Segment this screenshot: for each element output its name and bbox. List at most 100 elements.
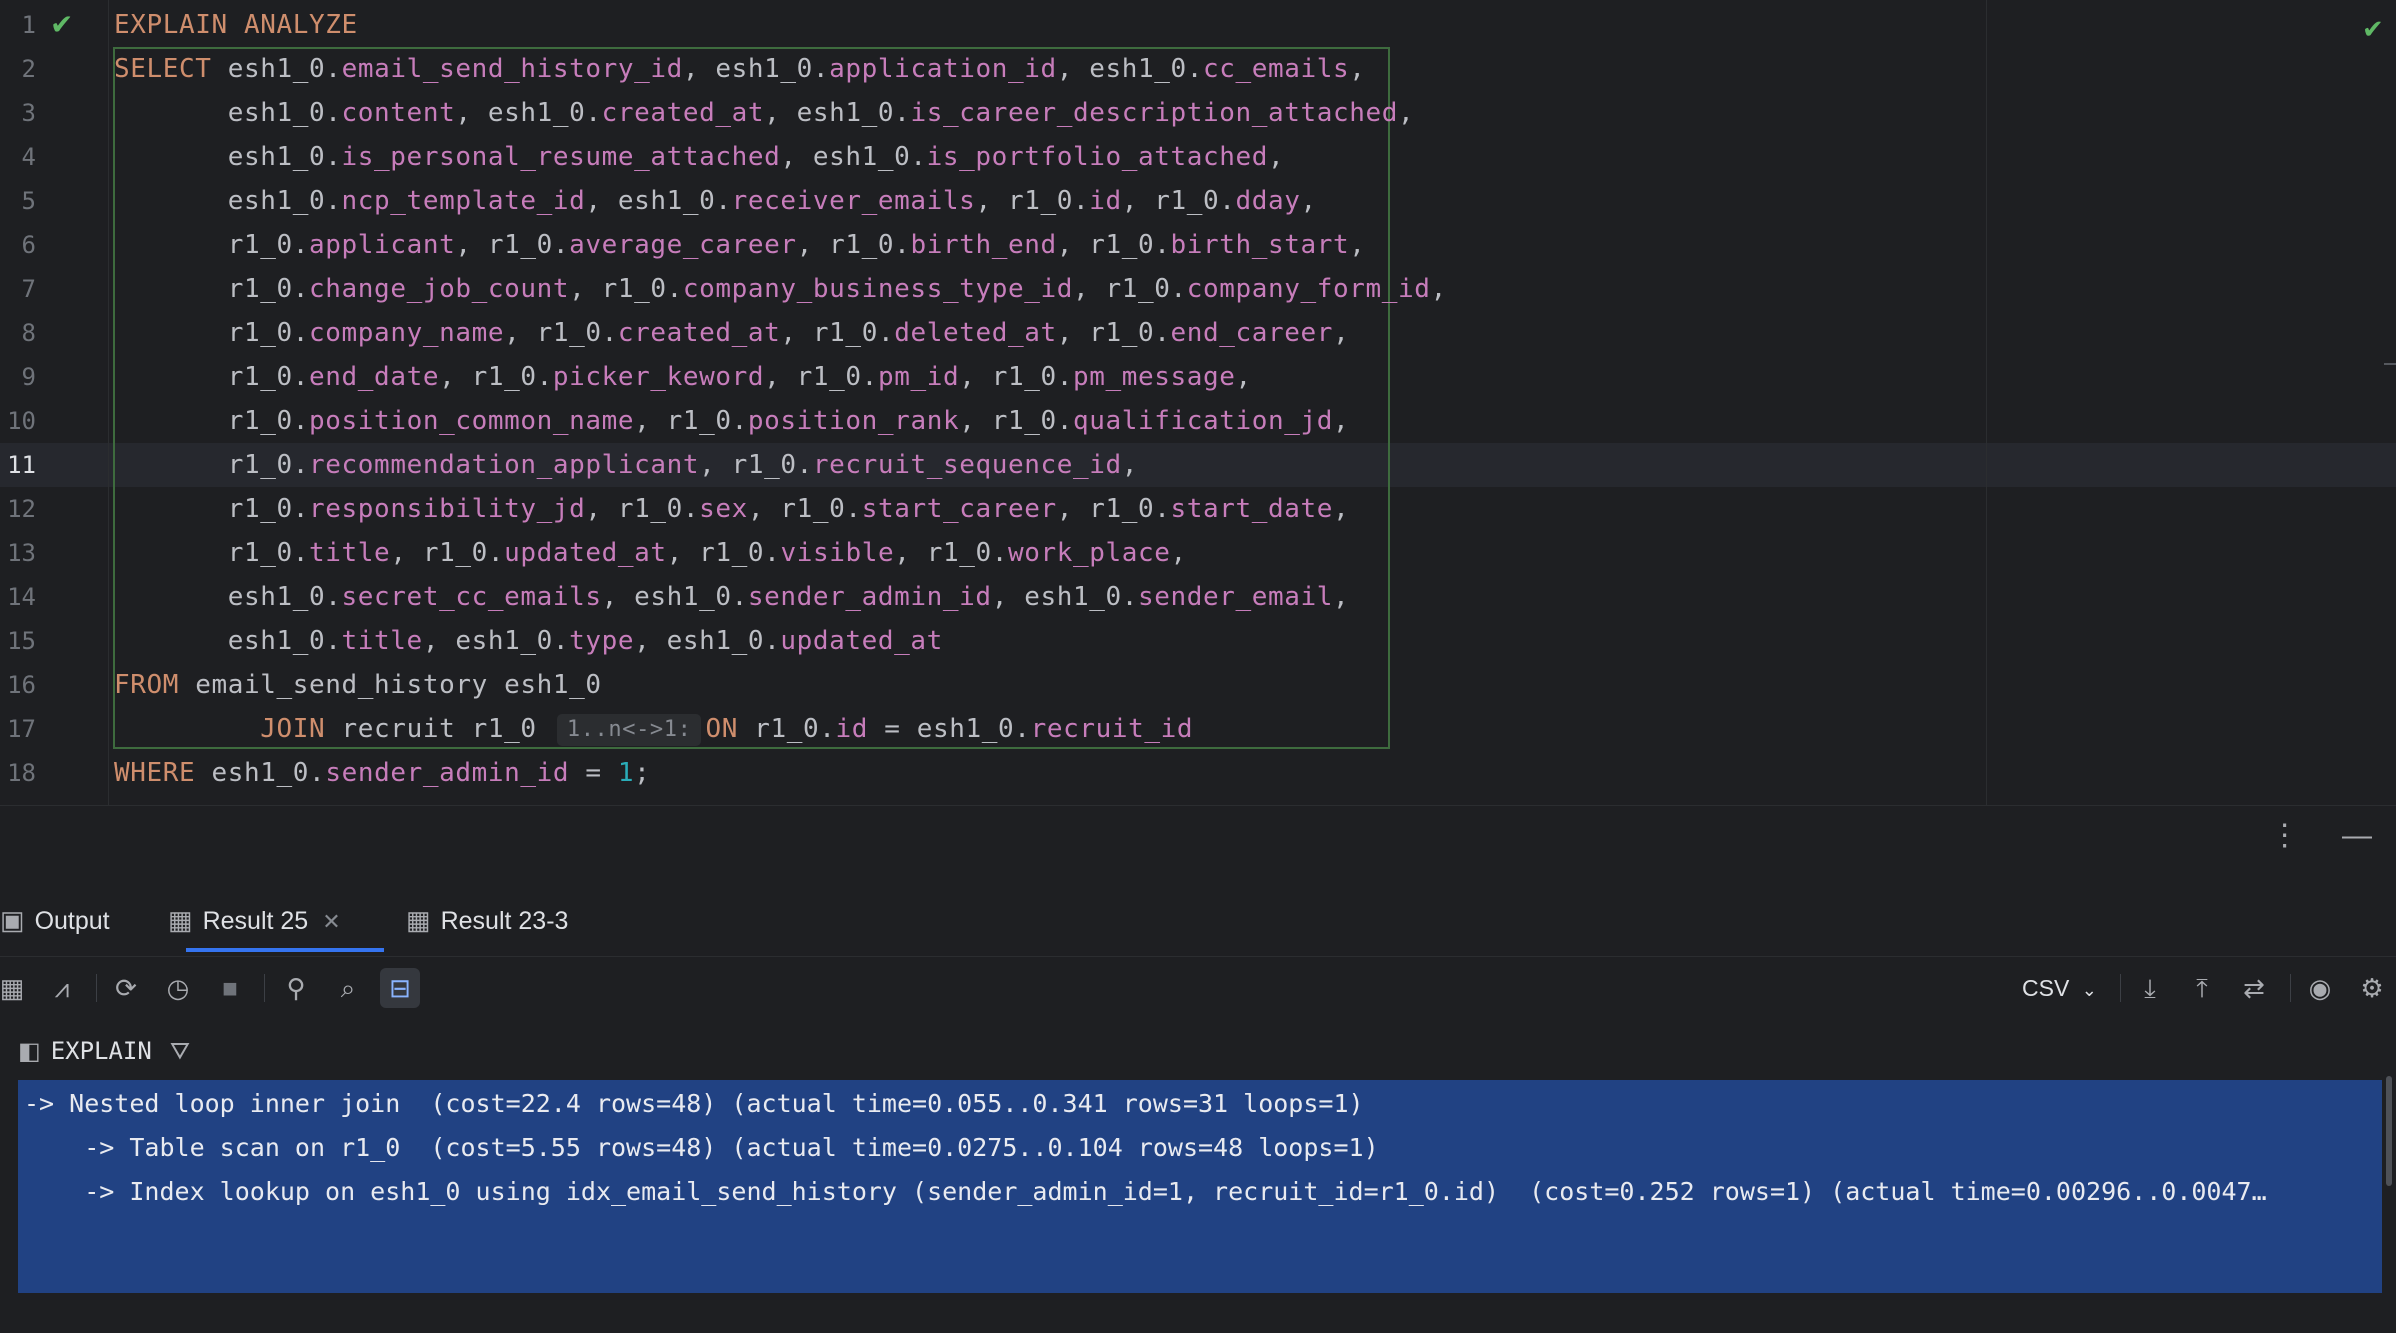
code-text[interactable]: r1_0.recommendation_applicant, r1_0.recr…	[114, 443, 1138, 487]
code-text[interactable]: esh1_0.title, esh1_0.type, esh1_0.update…	[114, 619, 943, 663]
code-line[interactable]: 18 WHERE esh1_0.sender_admin_id = 1;	[0, 751, 2396, 795]
column-name: applicant	[309, 230, 456, 260]
code-line[interactable]: 7 r1_0.change_job_count, r1_0.company_bu…	[0, 267, 2396, 311]
line-number[interactable]: 11	[0, 443, 36, 487]
code-text[interactable]: FROM email_send_history esh1_0	[114, 663, 602, 707]
code-text[interactable]: SELECT esh1_0.email_send_history_id, esh…	[114, 47, 1366, 91]
code-text[interactable]: r1_0.end_date, r1_0.picker_keword, r1_0.…	[114, 355, 1252, 399]
code-line[interactable]: 10 r1_0.position_common_name, r1_0.posit…	[0, 399, 2396, 443]
code-text[interactable]: r1_0.responsibility_jd, r1_0.sex, r1_0.s…	[114, 487, 1349, 531]
code-line[interactable]: 11 r1_0.recommendation_applicant, r1_0.r…	[0, 443, 2396, 487]
line-number[interactable]: 12	[0, 487, 36, 531]
stop-icon[interactable]: ■	[210, 968, 250, 1008]
code-token: esh1_0.	[114, 142, 342, 172]
search-icon[interactable]: ⌕	[328, 968, 368, 1008]
code-text[interactable]: WHERE esh1_0.sender_admin_id = 1;	[114, 751, 650, 795]
code-line[interactable]: 4 esh1_0.is_personal_resume_attached, es…	[0, 135, 2396, 179]
close-tab-icon[interactable]: ✕	[322, 909, 340, 934]
history-icon[interactable]: ◷	[158, 968, 198, 1008]
column-name: qualification_jd	[1072, 406, 1334, 436]
column-name: is_personal_resume_attached	[341, 142, 781, 172]
code-token: , r1_0.	[959, 406, 1073, 436]
line-number[interactable]: 6	[0, 223, 36, 267]
code-text[interactable]: JOIN recruit r1_0 1..n<->1: ON r1_0.id = …	[114, 707, 1193, 751]
code-token: ;	[634, 758, 651, 788]
line-number[interactable]: 9	[0, 355, 36, 399]
chart-view-icon[interactable]: ⩘	[42, 968, 82, 1008]
code-token: r1_0.	[114, 274, 310, 304]
line-number[interactable]: 18	[0, 751, 36, 795]
compare-icon[interactable]: ⇄	[2234, 968, 2274, 1008]
line-number[interactable]: 7	[0, 267, 36, 311]
line-number[interactable]: 3	[0, 91, 36, 135]
panel-toggle-icon[interactable]: ◧	[18, 1038, 41, 1065]
sql-keyword: JOIN	[260, 714, 326, 744]
line-number[interactable]: 2	[0, 47, 36, 91]
code-line[interactable]: 17 JOIN recruit r1_0 1..n<->1: ON r1_0.id…	[0, 707, 2396, 751]
result-scrollbar[interactable]	[2386, 1076, 2392, 1186]
code-line[interactable]: 6 r1_0.applicant, r1_0.average_career, r…	[0, 223, 2396, 267]
code-token: , r1_0.	[699, 450, 813, 480]
code-line[interactable]: 9 r1_0.end_date, r1_0.picker_keword, r1_…	[0, 355, 2396, 399]
line-number[interactable]: 17	[0, 707, 36, 751]
code-text[interactable]: r1_0.change_job_count, r1_0.company_busi…	[114, 267, 1447, 311]
code-text[interactable]: r1_0.position_common_name, r1_0.position…	[114, 399, 1349, 443]
code-token: , r1_0.	[796, 230, 911, 260]
code-line[interactable]: 8 r1_0.company_name, r1_0.created_at, r1…	[0, 311, 2396, 355]
explain-result-text[interactable]: -> Nested loop inner join (cost=22.4 row…	[18, 1080, 2382, 1293]
code-token: ,	[1349, 230, 1366, 260]
view-eye-icon[interactable]: ◉	[2300, 968, 2340, 1008]
code-line[interactable]: 14 esh1_0.secret_cc_emails, esh1_0.sende…	[0, 575, 2396, 619]
column-name: responsibility_jd	[309, 494, 586, 524]
code-text[interactable]: esh1_0.secret_cc_emails, esh1_0.sender_a…	[114, 575, 1349, 619]
code-token: , r1_0.	[747, 494, 862, 524]
code-text[interactable]: esh1_0.is_personal_resume_attached, esh1…	[114, 135, 1284, 179]
inspection-ok-check-icon[interactable]: ✔	[2362, 7, 2384, 51]
code-text[interactable]: r1_0.title, r1_0.updated_at, r1_0.visibl…	[114, 531, 1187, 575]
line-number[interactable]: 13	[0, 531, 36, 575]
line-number[interactable]: 4	[0, 135, 36, 179]
export-format-dropdown[interactable]: CSV ⌄	[2022, 968, 2097, 1008]
tab-result-25[interactable]: ▦ Result 25 ✕	[168, 886, 341, 954]
line-number[interactable]: 8	[0, 311, 36, 355]
code-text[interactable]: EXPLAIN ANALYZE	[114, 3, 358, 47]
column-name: work_place	[1008, 538, 1171, 568]
line-number[interactable]: 1	[0, 3, 36, 47]
sql-editor[interactable]: 1 EXPLAIN ANALYZE 2 SELECT esh1_0.email_sen…	[0, 0, 2396, 805]
settings-gear-icon[interactable]: ⚙	[2352, 968, 2392, 1008]
code-token: , r1_0.	[439, 362, 553, 392]
code-text[interactable]: esh1_0.content, esh1_0.created_at, esh1_…	[114, 91, 1414, 135]
table-view-icon[interactable]: ▦	[0, 968, 32, 1008]
refresh-icon[interactable]: ⟳	[106, 968, 146, 1008]
code-line[interactable]: 2 SELECT esh1_0.email_send_history_id, es…	[0, 47, 2396, 91]
tab-result-23-3[interactable]: ▦ Result 23-3	[406, 886, 568, 954]
more-options-icon[interactable]: ⋮	[2270, 819, 2300, 852]
code-token: , r1_0.	[569, 274, 683, 304]
line-number[interactable]: 16	[0, 663, 36, 707]
code-line[interactable]: 1 EXPLAIN ANALYZE	[0, 3, 2396, 47]
column-name: title	[309, 538, 391, 568]
line-number[interactable]: 5	[0, 179, 36, 223]
tab-output[interactable]: ▣ Output	[0, 886, 110, 954]
line-number[interactable]: 15	[0, 619, 36, 663]
code-line[interactable]: 13 r1_0.title, r1_0.updated_at, r1_0.vis…	[0, 531, 2396, 575]
upload-icon[interactable]: ⤒	[2182, 968, 2222, 1008]
code-token: email_send_history esh1_0	[179, 670, 602, 700]
code-text[interactable]: r1_0.applicant, r1_0.average_career, r1_…	[114, 223, 1366, 267]
download-icon[interactable]: ⤓	[2130, 968, 2170, 1008]
pin-icon[interactable]: ⚲	[276, 968, 316, 1008]
code-line[interactable]: 15 esh1_0.title, esh1_0.type, esh1_0.upd…	[0, 619, 2396, 663]
code-line[interactable]: 3 esh1_0.content, esh1_0.created_at, esh…	[0, 91, 2396, 135]
filter-icon[interactable]: ⛛	[170, 1038, 190, 1065]
code-line[interactable]: 12 r1_0.responsibility_jd, r1_0.sex, r1_…	[0, 487, 2396, 531]
code-line[interactable]: 16 FROM email_send_history esh1_0	[0, 663, 2396, 707]
column-name: birth_end	[910, 230, 1057, 260]
minimize-icon[interactable]: —	[2342, 819, 2372, 852]
code-text[interactable]: esh1_0.ncp_template_id, esh1_0.receiver_…	[114, 179, 1317, 223]
filter-view-icon[interactable]: ⊟	[380, 968, 420, 1008]
column-name: email_send_history_id	[341, 54, 683, 84]
code-text[interactable]: r1_0.company_name, r1_0.created_at, r1_0…	[114, 311, 1349, 355]
code-line[interactable]: 5 esh1_0.ncp_template_id, esh1_0.receive…	[0, 179, 2396, 223]
line-number[interactable]: 10	[0, 399, 36, 443]
line-number[interactable]: 14	[0, 575, 36, 619]
